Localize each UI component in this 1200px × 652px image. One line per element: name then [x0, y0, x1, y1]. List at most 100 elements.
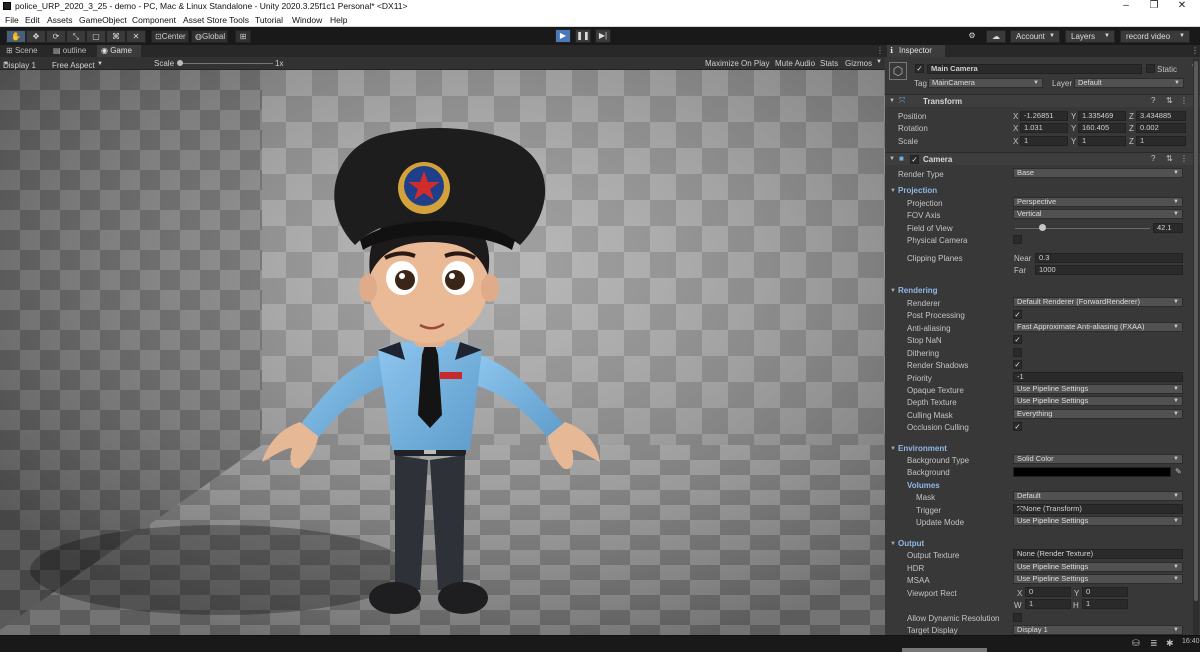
menu-edit[interactable]: Edit [25, 15, 40, 25]
help-icon[interactable]: ? [1151, 154, 1155, 163]
account-dropdown[interactable]: Account ▼ [1010, 30, 1060, 43]
pivot-mode-toggle[interactable]: ⊡Center [151, 30, 189, 43]
target-display-dropdown[interactable]: Display 1 ▼ [1013, 625, 1183, 635]
context-menu-icon[interactable]: ⋮ [1180, 154, 1188, 163]
menu-help[interactable]: Help [330, 15, 347, 25]
object-name-input[interactable]: Main Camera [927, 64, 1142, 74]
volume-trigger-field[interactable]: ⤧None (Transform) [1013, 504, 1183, 514]
layout-dropdown[interactable]: record video ▼ [1120, 30, 1190, 43]
render-type-dropdown[interactable]: Base ▼ [1013, 168, 1183, 178]
viewport-w-field[interactable]: 1 [1025, 599, 1071, 609]
tag-dropdown[interactable]: MainCamera ▼ [928, 78, 1043, 88]
near-clip-field[interactable]: 0.3 [1035, 253, 1183, 263]
renderer-dropdown[interactable]: Default Renderer (ForwardRenderer) ▼ [1013, 297, 1183, 307]
position-x-field[interactable]: -1.26851 [1020, 111, 1068, 121]
fov-value-field[interactable]: 42.1 [1153, 223, 1183, 233]
step-button[interactable]: ▶| [595, 29, 611, 43]
rect-tool-button[interactable]: ▢ [86, 30, 106, 43]
viewport-h-field[interactable]: 1 [1082, 599, 1128, 609]
scale-z-field[interactable]: 1 [1136, 136, 1186, 146]
anti-aliasing-dropdown[interactable]: Fast Approximate Anti-aliasing (FXAA) ▼ [1013, 322, 1183, 332]
projection-dropdown[interactable]: Perspective ▼ [1013, 197, 1183, 207]
fov-slider-track[interactable] [1015, 228, 1150, 229]
scrollbar-thumb[interactable] [1194, 61, 1198, 601]
tab-outline[interactable]: ▤ outline [49, 45, 95, 57]
rotation-z-field[interactable]: 0.002 [1136, 123, 1186, 133]
rotate-tool-button[interactable]: ⟳ [46, 30, 66, 43]
custom-tool-button[interactable]: ✕ [126, 30, 146, 43]
mute-audio-toggle[interactable]: Mute Audio [775, 59, 815, 68]
rotation-x-field[interactable]: 1.031 [1020, 123, 1068, 133]
layers-dropdown[interactable]: Layers ▼ [1065, 30, 1115, 43]
tab-inspector[interactable]: ℹ Inspector [887, 45, 945, 57]
camera-enabled-checkbox[interactable]: ✓ [910, 155, 919, 164]
position-z-field[interactable]: 3.434885 [1136, 111, 1186, 121]
maximize-on-play-toggle[interactable]: Maximize On Play [705, 59, 769, 68]
menu-component[interactable]: Component [132, 15, 176, 25]
culling-mask-dropdown[interactable]: Everything ▼ [1013, 409, 1183, 419]
preset-icon[interactable]: ⇅ [1166, 96, 1173, 105]
foldout-arrow-icon[interactable]: ▼ [890, 446, 896, 452]
menu-assets[interactable]: Assets [47, 15, 73, 25]
background-type-dropdown[interactable]: Solid Color ▼ [1013, 454, 1183, 464]
play-button[interactable]: ▶ [555, 29, 571, 43]
transform-tool-button[interactable]: ⌘ [106, 30, 126, 43]
output-texture-field[interactable]: None (Render Texture) [1013, 549, 1183, 559]
update-mode-dropdown[interactable]: Use Pipeline Settings ▼ [1013, 516, 1183, 526]
chevron-down-icon[interactable]: ▼ [876, 59, 882, 65]
stop-nan-checkbox[interactable]: ✓ [1013, 335, 1022, 344]
dynamic-resolution-checkbox[interactable] [1013, 613, 1022, 622]
far-clip-field[interactable]: 1000 [1035, 265, 1183, 275]
move-tool-button[interactable]: ✥ [26, 30, 46, 43]
output-header[interactable]: Output [898, 539, 924, 548]
projection-header[interactable]: Projection [898, 186, 937, 195]
tab-game[interactable]: ◉ Game [97, 45, 141, 57]
collab-button[interactable]: ⚙ [962, 30, 982, 43]
database-icon[interactable]: ≣ [1150, 638, 1158, 649]
pivot-rotation-toggle[interactable]: ◍Global [191, 30, 228, 43]
environment-header[interactable]: Environment [898, 444, 947, 453]
position-y-field[interactable]: 1.335469 [1078, 111, 1126, 121]
background-color-swatch[interactable] [1013, 467, 1171, 477]
menu-tutorial[interactable]: Tutorial [255, 15, 283, 25]
fov-slider-handle[interactable] [1039, 224, 1046, 231]
tab-scene[interactable]: ⊞ Scene [2, 45, 46, 57]
occlusion-culling-checkbox[interactable]: ✓ [1013, 422, 1022, 431]
viewport-x-field[interactable]: 0 [1025, 587, 1071, 597]
scale-slider-handle[interactable] [177, 60, 183, 66]
rendering-header[interactable]: Rendering [898, 286, 938, 295]
fov-axis-dropdown[interactable]: Vertical ▼ [1013, 209, 1183, 219]
maximize-button[interactable]: ❐ [1140, 0, 1168, 13]
hand-tool-button[interactable]: ✋ [6, 30, 26, 43]
snap-toggle[interactable]: ⊞ [235, 30, 251, 43]
panel-menu-icon[interactable]: ⋮ [876, 46, 884, 55]
hdr-dropdown[interactable]: Use Pipeline Settings ▼ [1013, 562, 1183, 572]
scale-slider-track[interactable] [177, 63, 273, 64]
scale-x-field[interactable]: 1 [1020, 136, 1068, 146]
menu-asset-store-tools[interactable]: Asset Store Tools [183, 15, 249, 25]
preset-icon[interactable]: ⇅ [1166, 154, 1173, 163]
foldout-arrow-icon[interactable]: ▼ [890, 541, 896, 547]
object-active-checkbox[interactable]: ✓ [915, 64, 924, 73]
context-menu-icon[interactable]: ⋮ [1180, 96, 1188, 105]
minimize-button[interactable]: – [1112, 0, 1140, 13]
camera-header[interactable]: ▼ ■ ✓ Camera ? ⇅ ⋮ [885, 152, 1200, 165]
cache-server-icon[interactable]: ⛁ [1132, 638, 1140, 649]
panel-menu-icon[interactable]: ⋮ [1191, 46, 1199, 55]
rotation-y-field[interactable]: 160.405 [1078, 123, 1126, 133]
cloud-button[interactable]: ☁ [986, 30, 1006, 43]
foldout-arrow-icon[interactable]: ▼ [890, 288, 896, 294]
transform-header[interactable]: ▼ ⤧ Transform ? ⇅ ⋮ [885, 94, 1200, 107]
priority-field[interactable]: -1 [1013, 372, 1183, 382]
physical-camera-checkbox[interactable] [1013, 235, 1022, 244]
render-shadows-checkbox[interactable]: ✓ [1013, 360, 1022, 369]
post-processing-checkbox[interactable]: ✓ [1013, 310, 1022, 319]
menu-file[interactable]: File [5, 15, 19, 25]
volume-mask-dropdown[interactable]: Default ▼ [1013, 491, 1183, 501]
pause-button[interactable]: ❚❚ [575, 29, 591, 43]
gizmos-toggle[interactable]: Gizmos [845, 59, 872, 68]
eyedropper-icon[interactable]: ✎ [1175, 467, 1182, 476]
close-button[interactable]: ✕ [1168, 0, 1196, 13]
opaque-texture-dropdown[interactable]: Use Pipeline Settings ▼ [1013, 384, 1183, 394]
menu-window[interactable]: Window [292, 15, 322, 25]
